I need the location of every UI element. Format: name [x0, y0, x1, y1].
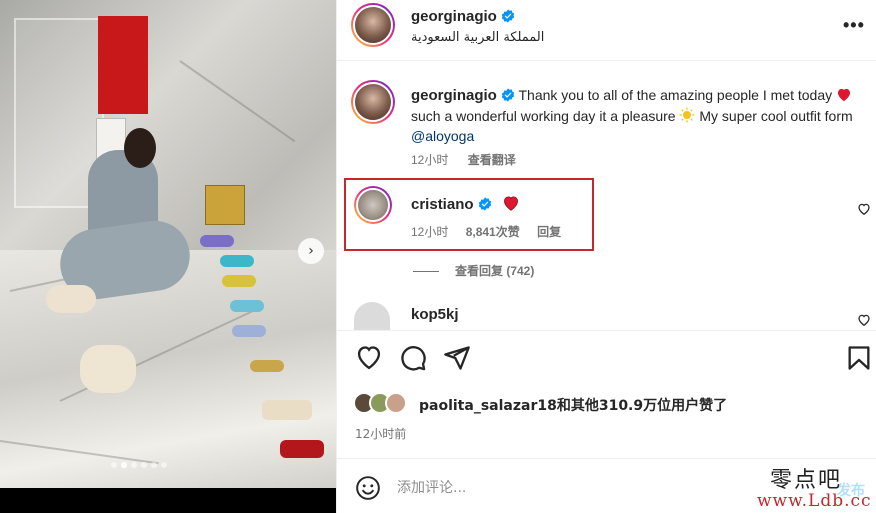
view-replies-label: 查看回复 (742) [455, 264, 535, 278]
carousel-dot [111, 462, 117, 468]
verified-badge-icon [501, 9, 515, 23]
more-options-button[interactable]: ••• [843, 15, 865, 36]
caption-text: such a wonderful working day it a pleasu… [411, 108, 676, 124]
caption-meta: 12小时 查看翻译 [411, 151, 532, 168]
person-head [124, 128, 156, 168]
post-side-panel: georginagio المملكة العربية السعودية •••… [336, 0, 876, 513]
action-bar [337, 344, 876, 376]
shoe [232, 325, 266, 337]
carousel-dot-active [121, 462, 127, 468]
post-timestamp[interactable]: 12小时前 [355, 425, 406, 442]
actions-divider [337, 330, 876, 331]
carousel-dot [131, 462, 137, 468]
author-avatar[interactable] [351, 3, 395, 47]
comment-input[interactable] [397, 476, 777, 500]
comment-meta: 12小时 8,841次赞 回复 [411, 223, 575, 240]
shoe [222, 275, 256, 287]
comment-avatar[interactable] [354, 302, 390, 330]
post-location[interactable]: المملكة العربية السعودية [411, 30, 544, 45]
shoe [250, 360, 284, 372]
likes-row: paolita_salazar18和其他310.9万位用户赞了 [353, 392, 873, 418]
translate-button[interactable]: 查看翻译 [468, 153, 516, 167]
heart-emoji-icon [503, 196, 518, 211]
comment-avatar[interactable] [354, 186, 392, 224]
carousel-dots [111, 462, 167, 468]
comment-like-heart-icon[interactable] [857, 202, 871, 216]
post-photo[interactable]: › [0, 0, 336, 513]
comment-like-heart-icon[interactable] [857, 313, 871, 327]
comment-time[interactable]: 12小时 [411, 225, 448, 239]
carousel-dot [151, 462, 157, 468]
caption-avatar[interactable] [351, 80, 395, 124]
likes-count-text[interactable]: paolita_salazar18和其他310.9万位用户赞了 [419, 395, 727, 415]
carousel-dot [141, 462, 147, 468]
comment-username[interactable]: cristiano [411, 196, 474, 213]
photo-scene [0, 0, 336, 488]
save-bookmark-icon[interactable] [845, 344, 873, 372]
caption: georginagio Thank you to all of the amaz… [411, 85, 861, 146]
shoe [200, 235, 234, 247]
comment-author-row: cristiano [411, 195, 520, 213]
comment-bubble-icon[interactable] [399, 344, 427, 372]
comment-box-divider [337, 458, 876, 459]
watermark-title: 零点吧 [770, 468, 843, 493]
carousel-next-button[interactable]: › [298, 238, 324, 264]
shoe [280, 440, 324, 458]
shoe [220, 255, 254, 267]
caption-time[interactable]: 12小时 [411, 153, 448, 167]
replies-line [413, 271, 439, 273]
share-paper-plane-icon[interactable] [443, 344, 471, 372]
comment-username[interactable]: kop5kj [411, 306, 459, 323]
comment-likes[interactable]: 8,841次赞 [466, 225, 520, 239]
liker-avatar[interactable] [385, 392, 407, 414]
like-heart-icon[interactable] [355, 344, 383, 372]
heart-emoji-icon [838, 88, 851, 102]
avatar-image [353, 5, 393, 45]
verified-badge-icon [478, 197, 491, 211]
caption-mention-link[interactable]: @aloyoga [411, 128, 474, 144]
author-username[interactable]: georginagio [411, 8, 497, 25]
sun-emoji-icon [680, 107, 695, 123]
marble-vein [179, 60, 296, 143]
emoji-picker-icon[interactable] [355, 475, 381, 501]
shoe [262, 400, 312, 420]
avatar-image [353, 82, 393, 122]
comment-author-row: kop5kj [411, 306, 459, 323]
author-username-row: georginagio [411, 8, 515, 25]
view-replies-button[interactable]: 查看回复 (742) [413, 262, 534, 279]
verified-badge-icon [501, 88, 515, 102]
header-divider [337, 60, 876, 61]
gold-rack [205, 185, 245, 225]
red-towel [98, 16, 148, 114]
shoe [230, 300, 264, 312]
comment-reply-button[interactable]: 回复 [537, 225, 561, 239]
carousel-dot [161, 462, 167, 468]
caption-text: My super cool outfit form [699, 108, 853, 124]
caption-text: Thank you to all of the amazing people I… [518, 87, 833, 103]
watermark-url: www.Ldb.cc [757, 491, 872, 511]
caption-username[interactable]: georginagio [411, 87, 497, 104]
slipper [46, 285, 96, 313]
slipper [80, 345, 136, 393]
avatar-image [356, 188, 390, 222]
